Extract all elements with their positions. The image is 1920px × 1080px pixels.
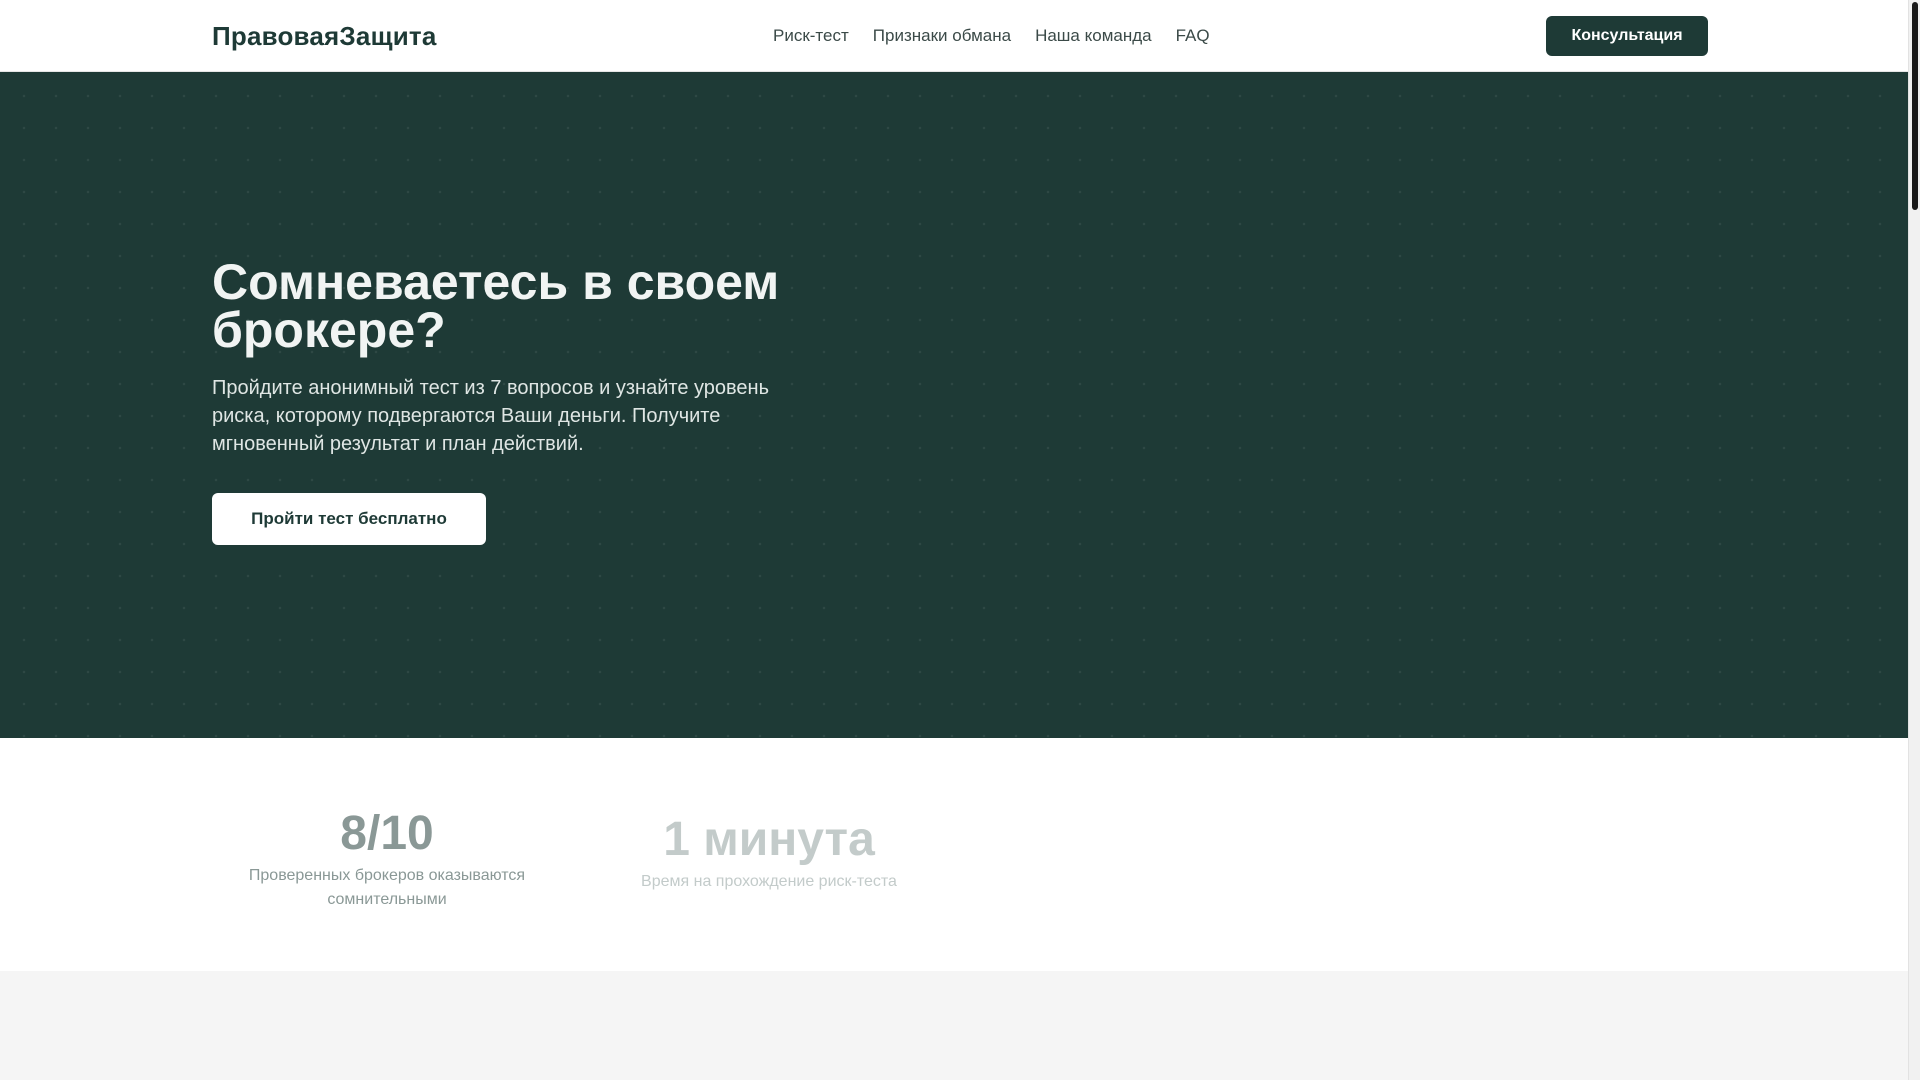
- landing-page: ПравоваяЗащита Риск-тест Признаки обмана…: [0, 0, 1920, 1080]
- stat-item: 1 минута Время на прохождение риск-теста: [614, 812, 924, 894]
- nav-link-faq[interactable]: FAQ: [1176, 25, 1210, 47]
- nav-link-fraud-signs[interactable]: Признаки обмана: [873, 25, 1011, 47]
- stat-value: 1 минута: [663, 813, 875, 866]
- start-test-button[interactable]: Пройти тест бесплатно: [212, 493, 486, 545]
- nav-link-risk-test[interactable]: Риск-тест: [773, 25, 849, 47]
- consultation-button[interactable]: Консультация: [1546, 16, 1708, 56]
- stat-value: 8/10: [340, 807, 434, 860]
- brand-logo[interactable]: ПравоваяЗащита: [212, 20, 437, 52]
- page-scrollbar[interactable]: [1908, 0, 1920, 1080]
- stats-section: 8/10 Проверенных брокеров оказываются со…: [0, 738, 1920, 971]
- scrollbar-thumb[interactable]: [1912, 2, 1918, 210]
- hero-section: Сомневаетесь в своем брокере? Пройдите а…: [0, 72, 1920, 738]
- hero-subtitle: Пройдите анонимный тест из 7 вопросов и …: [212, 377, 770, 455]
- stat-label: Время на прохождение риск-теста: [641, 873, 897, 890]
- main-nav: Риск-тест Признаки обмана Наша команда F…: [773, 25, 1234, 47]
- next-section: [0, 971, 1920, 1080]
- nav-link-team[interactable]: Наша команда: [1035, 25, 1152, 47]
- stat-label: Проверенных брокеров оказываются сомните…: [248, 867, 526, 908]
- hero-title: Сомневаетесь в своем брокере?: [212, 254, 780, 358]
- stat-item: 8/10 Проверенных брокеров оказываются со…: [232, 806, 542, 912]
- site-header: ПравоваяЗащита Риск-тест Признаки обмана…: [0, 0, 1920, 72]
